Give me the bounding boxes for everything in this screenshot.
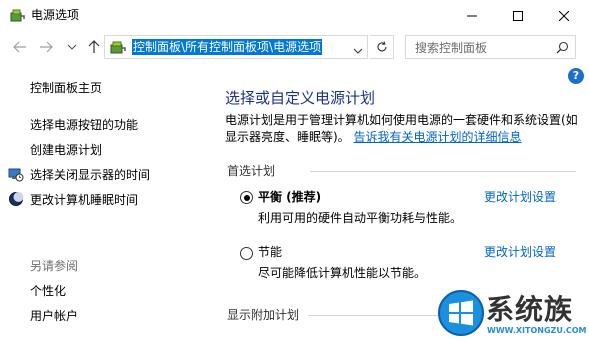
sidebar-item-sleep-time[interactable]: 更改计算机睡眠时间	[30, 192, 138, 208]
close-button[interactable]	[541, 0, 587, 31]
plan-desc-balanced: 利用可用的硬件自动平衡功耗与性能。	[258, 211, 463, 225]
section-divider	[310, 171, 576, 172]
plan-radio-balanced[interactable]	[240, 191, 253, 204]
page-description: 电源计划是用于管理计算机如何使用电源的一套硬件和系统设置(如显示器亮度、睡眠等)…	[225, 112, 585, 146]
see-also-header: 另请参阅	[30, 259, 79, 273]
sidebar-item-personalization[interactable]: 个性化	[30, 283, 66, 299]
refresh-button[interactable]	[370, 35, 394, 59]
plan-name-balanced[interactable]: 平衡 (推荐)	[258, 189, 321, 205]
sidebar-item-power-buttons[interactable]: 选择电源按钮的功能	[30, 117, 138, 133]
change-plan-settings-link[interactable]: 更改计划设置	[484, 189, 556, 205]
power-options-icon	[109, 39, 127, 55]
arrow-up-icon	[88, 40, 100, 53]
plan-desc-power-saver: 尽可能降低计算机性能以节能。	[258, 266, 427, 280]
plan-name-power-saver[interactable]: 节能	[258, 244, 282, 260]
moon-icon	[8, 191, 24, 207]
power-plan-info-link[interactable]: 告诉我有关电源计划的详细信息	[354, 130, 522, 144]
arrow-left-icon	[13, 41, 26, 53]
control-panel-home-link[interactable]: 控制面板主页	[30, 80, 102, 96]
navigation-bar: 控制面板\所有控制面板项\电源选项 搜索控制面板	[0, 31, 589, 63]
watermark-url: WWW.XITONGZU.COM	[487, 326, 587, 335]
window-title: 电源选项	[31, 8, 80, 22]
search-icon[interactable]	[556, 41, 569, 57]
search-input[interactable]: 搜索控制面板	[415, 40, 487, 56]
back-button[interactable]	[12, 39, 28, 55]
chevron-down-icon	[67, 44, 77, 50]
page-title: 选择或自定义电源计划	[225, 89, 376, 107]
forward-button[interactable]	[38, 39, 54, 55]
title-bar: 电源选项	[0, 0, 589, 31]
show-additional-plans-header[interactable]: 显示附加计划	[227, 307, 299, 323]
windows-logo-icon	[438, 290, 484, 336]
plan-radio-power-saver[interactable]	[240, 247, 253, 260]
preferred-plans-header: 首选计划	[227, 164, 276, 178]
watermark-brand: 系统族	[486, 293, 574, 326]
search-box[interactable]: 搜索控制面板	[405, 35, 576, 59]
refresh-icon	[377, 41, 387, 52]
address-path[interactable]: 控制面板\所有控制面板项\电源选项	[132, 39, 323, 55]
monitor-clock-icon	[8, 166, 24, 182]
up-button[interactable]	[86, 39, 102, 55]
minimize-button[interactable]	[449, 0, 495, 31]
address-bar[interactable]: 控制面板\所有控制面板项\电源选项	[104, 35, 368, 59]
recent-locations-button[interactable]	[64, 39, 80, 55]
power-options-icon	[9, 7, 25, 23]
sidebar-item-create-plan[interactable]: 创建电源计划	[30, 142, 102, 158]
maximize-button[interactable]	[495, 0, 541, 31]
change-plan-settings-link[interactable]: 更改计划设置	[484, 244, 556, 260]
section-divider	[308, 315, 438, 316]
arrow-right-icon	[40, 41, 53, 53]
chevron-down-icon[interactable]	[353, 43, 363, 57]
sidebar-item-user-accounts[interactable]: 用户帐户	[30, 308, 78, 324]
sidebar-item-display-off-time[interactable]: 选择关闭显示器的时间	[30, 167, 150, 183]
help-icon[interactable]: ?	[568, 68, 584, 84]
site-watermark: 系统族 WWW.XITONGZU.COM	[436, 286, 587, 340]
